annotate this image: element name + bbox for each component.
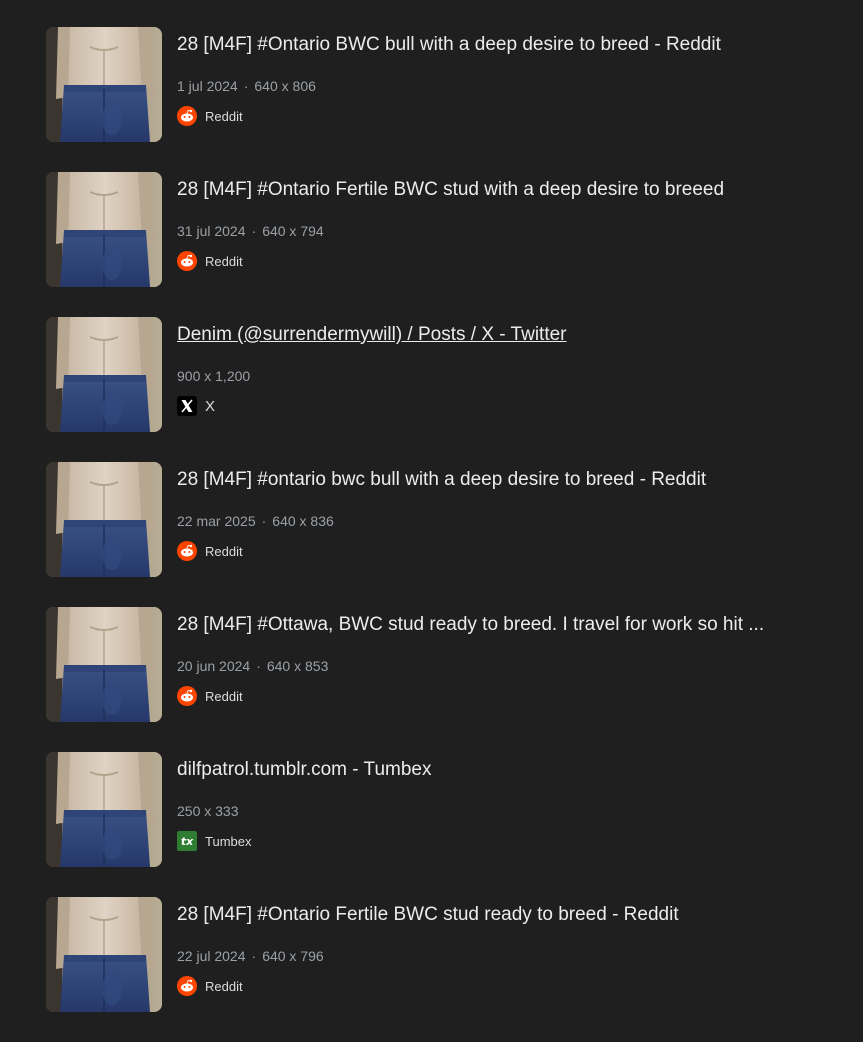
result-info: 28 [M4F] #Ontario Fertile BWC stud ready…	[177, 897, 846, 997]
result-meta: 31 jul 2024 · 640 x 794	[177, 222, 846, 240]
source-name: Reddit	[205, 108, 243, 124]
result-thumbnail[interactable]	[46, 317, 162, 432]
tumbex-icon: tx	[177, 831, 197, 851]
result-dimensions: 640 x 836	[272, 513, 334, 529]
result-dimensions: 640 x 796	[262, 948, 324, 964]
source-name: Reddit	[205, 543, 243, 559]
result-date: 22 jul 2024	[177, 948, 246, 964]
result-info: 28 [M4F] #ontario bwc bull with a deep d…	[177, 462, 846, 562]
result-source[interactable]: Reddit	[177, 540, 846, 562]
x-icon	[177, 396, 197, 416]
result-dimensions: 250 x 333	[177, 803, 239, 819]
source-name: Reddit	[205, 688, 243, 704]
result-info: 28 [M4F] #Ottawa, BWC stud ready to bree…	[177, 607, 846, 707]
search-result-item[interactable]: 28 [M4F] #ontario bwc bull with a deep d…	[46, 462, 846, 607]
separator-dot: ·	[251, 948, 257, 964]
result-info: Denim (@surrendermywill) / Posts / X - T…	[177, 317, 846, 417]
search-result-item[interactable]: 28 [M4F] #Ottawa, BWC stud ready to bree…	[46, 607, 846, 752]
result-thumbnail[interactable]	[46, 462, 162, 577]
result-meta: 20 jun 2024 · 640 x 853	[177, 657, 846, 675]
result-source[interactable]: X	[177, 395, 846, 417]
search-result-item[interactable]: 28 [M4F] #Ontario Fertile BWC stud ready…	[46, 897, 846, 1042]
reddit-icon	[177, 251, 197, 271]
result-title-link[interactable]: 28 [M4F] #Ontario BWC bull with a deep d…	[177, 33, 846, 57]
search-result-item[interactable]: 28 [M4F] #Ontario Fertile BWC stud with …	[46, 172, 846, 317]
result-source[interactable]: Reddit	[177, 105, 846, 127]
result-date: 31 jul 2024	[177, 223, 246, 239]
result-title-link[interactable]: dilfpatrol.tumblr.com - Tumbex	[177, 758, 846, 782]
result-dimensions: 640 x 853	[266, 658, 329, 674]
search-result-item[interactable]: Denim (@surrendermywill) / Posts / X - T…	[46, 317, 846, 462]
result-date: 1 jul 2024	[177, 78, 238, 94]
result-title-link[interactable]: Denim (@surrendermywill) / Posts / X - T…	[177, 323, 846, 347]
search-result-item[interactable]: 28 [M4F] #Ontario BWC bull with a deep d…	[46, 27, 846, 172]
result-date: 22 mar 2025	[177, 513, 256, 529]
result-source[interactable]: Reddit	[177, 975, 846, 997]
result-title-link[interactable]: 28 [M4F] #Ottawa, BWC stud ready to bree…	[177, 613, 846, 637]
separator-dot: ·	[261, 513, 267, 529]
reddit-icon	[177, 976, 197, 996]
result-thumbnail[interactable]	[46, 172, 162, 287]
result-info: 28 [M4F] #Ontario Fertile BWC stud with …	[177, 172, 846, 272]
separator-dot: ·	[243, 78, 249, 94]
svg-text:tx: tx	[181, 835, 194, 848]
separator-dot: ·	[251, 223, 257, 239]
reddit-icon	[177, 106, 197, 126]
result-meta: 900 x 1,200	[177, 367, 846, 385]
reddit-icon	[177, 686, 197, 706]
source-name: Reddit	[205, 978, 243, 994]
result-source[interactable]: Reddit	[177, 250, 846, 272]
result-thumbnail[interactable]	[46, 897, 162, 1012]
result-date: 20 jun 2024	[177, 658, 251, 674]
result-title-link[interactable]: 28 [M4F] #Ontario Fertile BWC stud ready…	[177, 903, 846, 927]
result-dimensions: 900 x 1,200	[177, 368, 251, 384]
result-info: 28 [M4F] #Ontario BWC bull with a deep d…	[177, 27, 846, 127]
source-name: X	[205, 397, 216, 415]
result-meta: 1 jul 2024 · 640 x 806	[177, 77, 846, 95]
reddit-icon	[177, 541, 197, 561]
source-name: Reddit	[205, 253, 243, 269]
result-meta: 250 x 333	[177, 802, 846, 820]
result-meta: 22 mar 2025 · 640 x 836	[177, 512, 846, 530]
result-source[interactable]: Reddit	[177, 685, 846, 707]
result-source[interactable]: tx Tumbex	[177, 830, 846, 852]
result-thumbnail[interactable]	[46, 607, 162, 722]
result-dimensions: 640 x 794	[262, 223, 324, 239]
result-meta: 22 jul 2024 · 640 x 796	[177, 947, 846, 965]
source-name: Tumbex	[205, 833, 252, 849]
search-result-item[interactable]: dilfpatrol.tumblr.com - Tumbex 250 x 333…	[46, 752, 846, 897]
result-thumbnail[interactable]	[46, 27, 162, 142]
separator-dot: ·	[256, 658, 261, 674]
result-dimensions: 640 x 806	[254, 78, 316, 94]
result-thumbnail[interactable]	[46, 752, 162, 867]
result-title-link[interactable]: 28 [M4F] #Ontario Fertile BWC stud with …	[177, 178, 846, 202]
results-list: 28 [M4F] #Ontario BWC bull with a deep d…	[46, 27, 846, 1042]
result-info: dilfpatrol.tumblr.com - Tumbex 250 x 333…	[177, 752, 846, 852]
result-title-link[interactable]: 28 [M4F] #ontario bwc bull with a deep d…	[177, 468, 846, 492]
